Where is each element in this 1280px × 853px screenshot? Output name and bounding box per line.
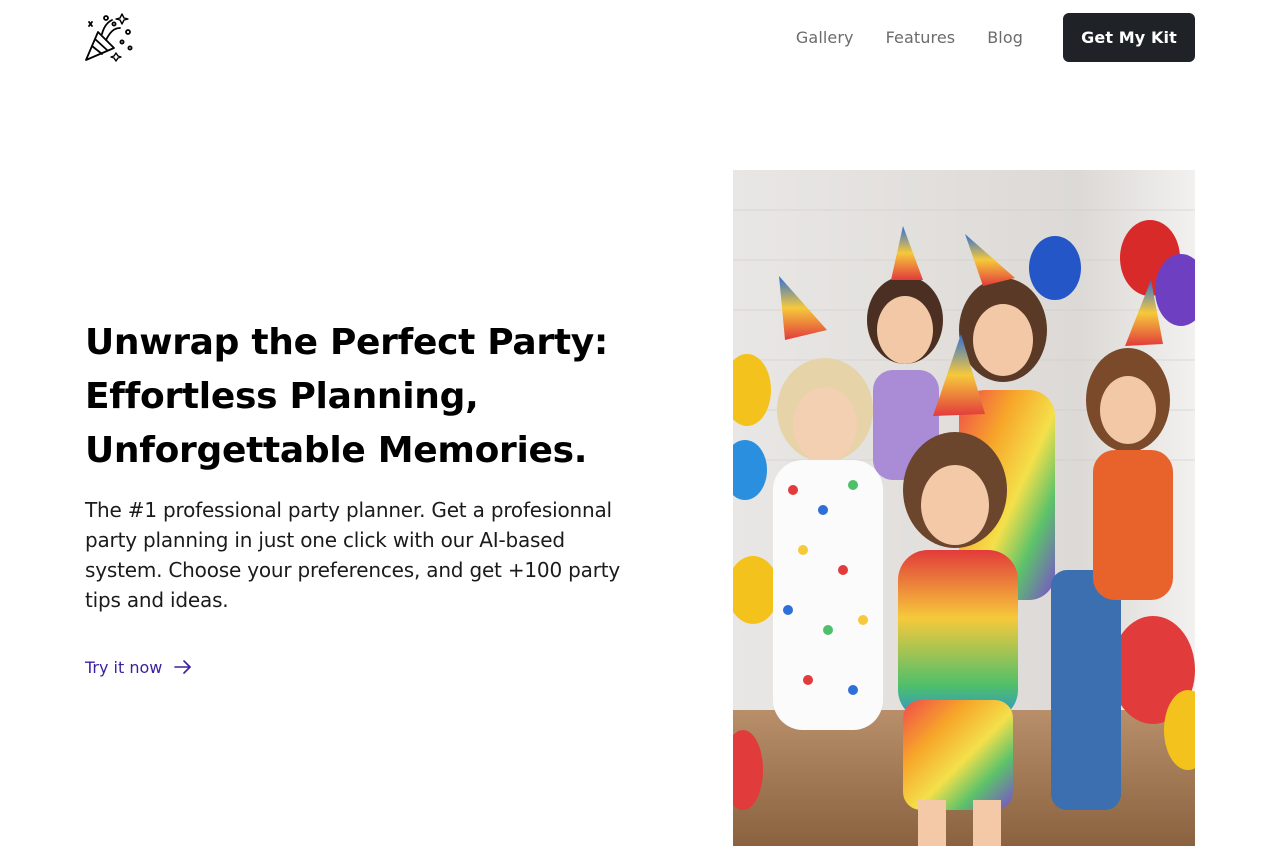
hero-title-line-2: Effortless Planning, <box>85 376 479 417</box>
get-my-kit-button[interactable]: Get My Kit <box>1063 13 1195 62</box>
top-nav: Gallery Features Blog Get My Kit <box>796 13 1195 62</box>
hero-description: The #1 professional party planner. Get a… <box>85 498 620 612</box>
hero-party-image <box>733 170 1195 846</box>
arrow-right-icon <box>174 660 192 674</box>
hero-title: Unwrap the Perfect Party: Effortless Pla… <box>85 316 645 478</box>
nav-blog-link[interactable]: Blog <box>987 28 1023 47</box>
try-it-now-link[interactable]: Try it now <box>85 655 192 679</box>
hero-title-line-1: Unwrap the Perfect Party: <box>85 322 609 363</box>
party-popper-icon[interactable] <box>84 12 134 62</box>
nav-gallery-link[interactable]: Gallery <box>796 28 854 47</box>
hero-title-line-3: Unforgettable Memories. <box>85 430 588 471</box>
nav-features-link[interactable]: Features <box>886 28 956 47</box>
try-it-now-label: Try it now <box>85 657 163 677</box>
